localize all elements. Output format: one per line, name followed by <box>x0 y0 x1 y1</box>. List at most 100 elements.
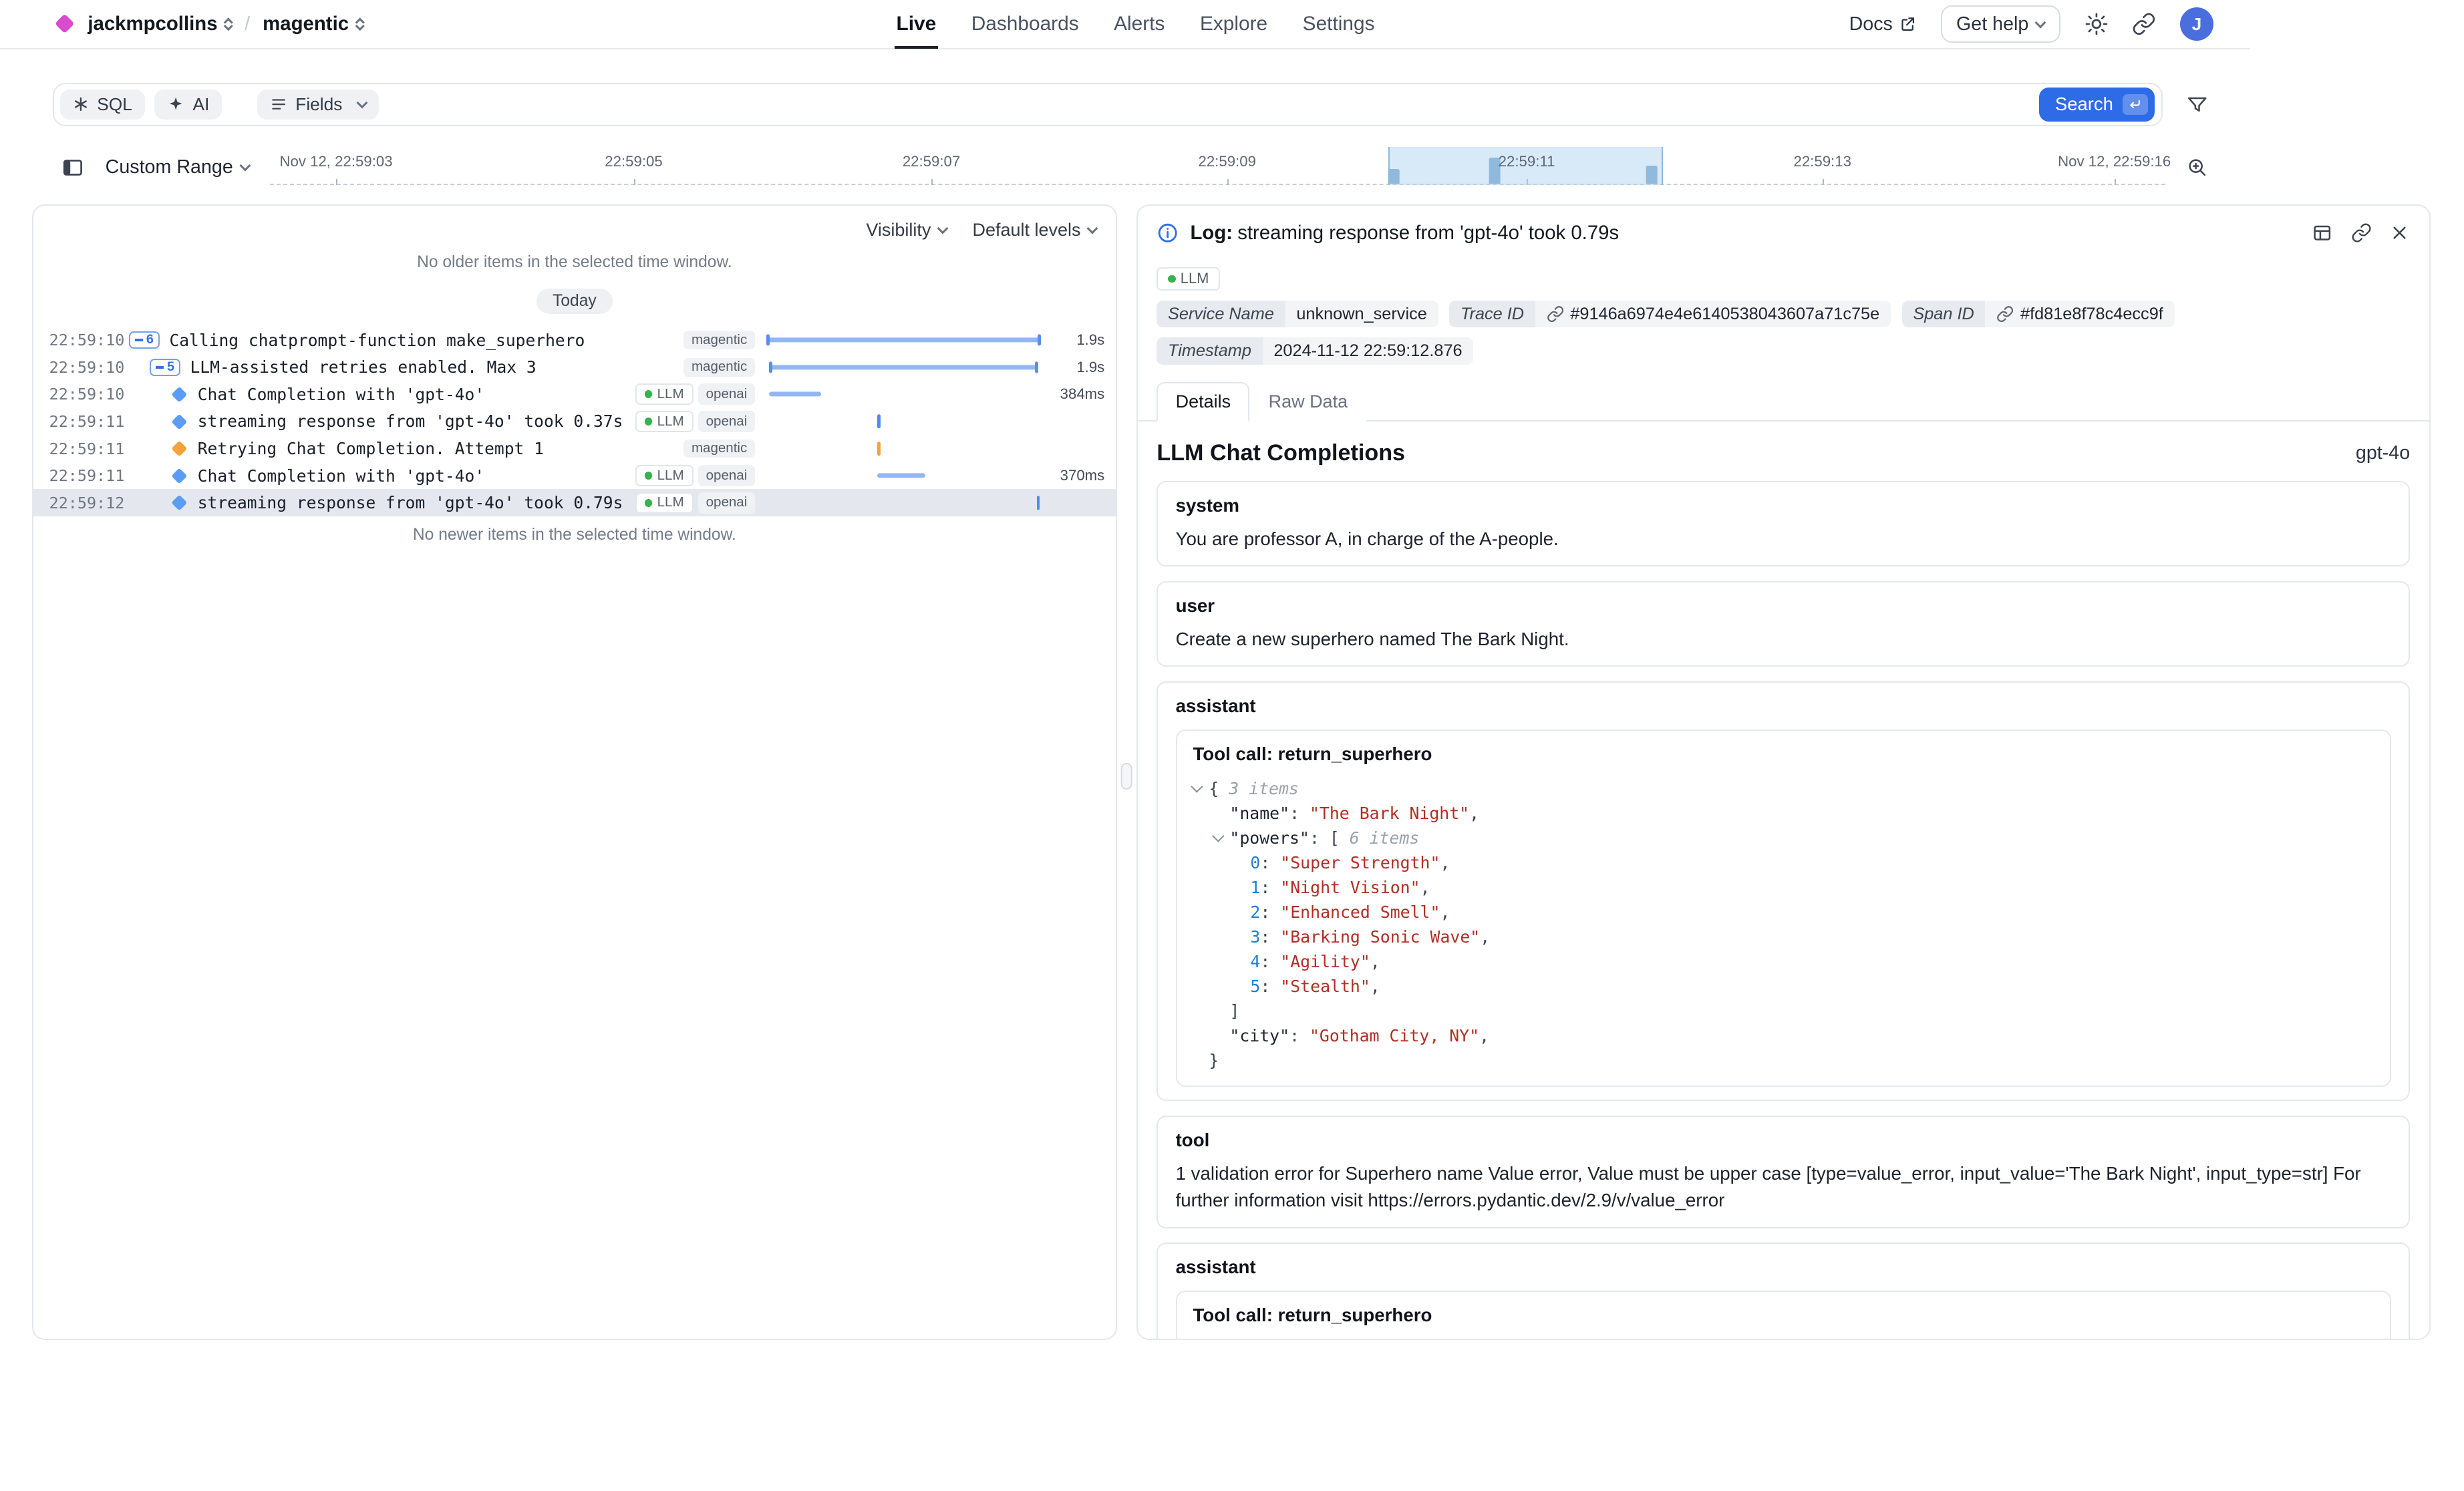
time-range-selector[interactable]: Custom Range <box>106 156 249 178</box>
nav-item-explore[interactable]: Explore <box>1199 0 1269 49</box>
collapse-panel-button[interactable] <box>61 156 85 180</box>
timeline-tick-mark <box>931 179 933 186</box>
search-bar: SQL AI Fields Search <box>53 83 2163 126</box>
badge-label: magentic <box>691 442 747 456</box>
user-avatar[interactable]: J <box>2180 7 2213 41</box>
timeline-track[interactable]: Nov 12, 22:59:0322:59:0522:59:0722:59:09… <box>270 147 2166 188</box>
trace-id-value[interactable]: #9146a6974e4e6140538043607a71c75e <box>1535 301 1891 328</box>
indent-spacer <box>129 393 170 395</box>
histogram-bar <box>1646 166 1658 183</box>
chevron-down-icon <box>937 223 949 234</box>
span-diamond-icon <box>171 441 187 457</box>
json-line: "name": "The Bark Night", <box>1193 801 2374 826</box>
levels-dropdown[interactable]: Default levels <box>972 220 1096 240</box>
log-message: streaming response from 'gpt-4o' took 0.… <box>198 493 623 512</box>
close-button[interactable] <box>2389 222 2410 244</box>
get-help-button[interactable]: Get help <box>1941 5 2060 43</box>
tag-row: LLM <box>1138 251 2429 291</box>
log-badges: magentic <box>683 331 755 349</box>
filter-button[interactable] <box>2186 94 2208 116</box>
sql-mode-button[interactable]: SQL <box>60 90 145 120</box>
tab-raw-data[interactable]: Raw Data <box>1249 382 1366 422</box>
search-input[interactable] <box>389 84 2030 124</box>
json-line: 3: "Barking Sonic Wave", <box>1193 925 2374 949</box>
span-bar-area <box>766 489 1041 516</box>
org-name: jackmpcollins <box>88 13 217 35</box>
log-row[interactable]: 22:59:11Retrying Chat Completion. Attemp… <box>33 435 1116 462</box>
json-line: "powers": [ 6 items <box>1193 826 2374 850</box>
visibility-dropdown[interactable]: Visibility <box>866 220 947 240</box>
badge-openai: openai <box>698 492 756 514</box>
nav-item-alerts[interactable]: Alerts <box>1112 0 1167 49</box>
log-row[interactable]: 22:59:106Calling chatprompt-function mak… <box>33 327 1116 354</box>
log-row[interactable]: 22:59:10Chat Completion with 'gpt-4o'LLM… <box>33 381 1116 408</box>
span-id-value[interactable]: #fd81e8f78c4ecc9f <box>1985 301 2174 328</box>
project-selector[interactable]: magentic <box>263 13 363 35</box>
service-name-field: Service Name unknown_service <box>1157 301 1438 328</box>
trace-id-label: Trace ID <box>1449 301 1535 328</box>
badge-label: openai <box>706 496 748 510</box>
project-name: magentic <box>263 13 349 35</box>
log-duration: 370ms <box>1041 467 1105 484</box>
span-id-field: Span ID #fd81e8f78c4ecc9f <box>1902 301 2175 328</box>
search-button[interactable]: Search <box>2039 88 2155 121</box>
log-row[interactable]: 22:59:11streaming response from 'gpt-4o'… <box>33 408 1116 436</box>
link-icon <box>2132 12 2156 36</box>
log-row[interactable]: 22:59:105LLM-assisted retries enabled. M… <box>33 353 1116 381</box>
log-badges: LLMopenai <box>635 383 756 405</box>
json-line: "city": "Gotham City, NY", <box>1193 1023 2374 1048</box>
collapse-toggle[interactable]: 6 <box>129 331 160 349</box>
badge-magentic: magentic <box>683 440 755 458</box>
copy-link-button[interactable] <box>2351 222 2372 244</box>
resize-handle-icon[interactable] <box>1121 763 1132 790</box>
brand-logo-icon <box>55 14 75 34</box>
collapse-caret-icon[interactable] <box>1214 836 1230 840</box>
duration-bar <box>769 365 1038 369</box>
funnel-icon <box>2186 94 2208 116</box>
llm-badge: LLM <box>1157 267 1220 291</box>
share-link-button[interactable] <box>2132 12 2156 36</box>
json-token: 3 items <box>1229 1337 1299 1339</box>
json-token: 3 <box>1250 925 1260 949</box>
zoom-button[interactable] <box>2186 156 2208 178</box>
message-card-assistant: assistantTool call: return_superhero{ 3 … <box>1157 681 2410 1101</box>
collapse-caret-icon[interactable] <box>1193 787 1209 791</box>
timeline-tick-label: 22:59:13 <box>1793 153 1851 170</box>
json-token: "city" <box>1229 1023 1289 1048</box>
nav-item-dashboards[interactable]: Dashboards <box>969 0 1080 49</box>
visibility-label: Visibility <box>866 220 931 240</box>
log-timestamp: 22:59:10 <box>49 358 129 377</box>
theme-toggle-button[interactable] <box>2085 12 2109 36</box>
fields-button[interactable]: Fields <box>257 90 379 120</box>
span-diamond-icon <box>171 468 187 484</box>
model-name: gpt-4o <box>2356 442 2410 464</box>
ai-mode-button[interactable]: AI <box>154 90 222 120</box>
tab-details[interactable]: Details <box>1157 382 1249 422</box>
view-table-button[interactable] <box>2311 222 2333 244</box>
log-row[interactable]: 22:59:12 streaming response from 'gpt-4o'… <box>33 489 1116 516</box>
badge-label: openai <box>706 387 748 401</box>
collapse-toggle[interactable]: 5 <box>150 359 180 376</box>
json-token: : <box>1260 875 1280 900</box>
log-message: Retrying Chat Completion. Attempt 1 <box>198 439 544 458</box>
log-rows: 22:59:106Calling chatprompt-function mak… <box>33 327 1116 516</box>
nav-item-settings[interactable]: Settings <box>1301 0 1376 49</box>
log-row[interactable]: 22:59:11Chat Completion with 'gpt-4o'LLM… <box>33 462 1116 490</box>
nav-right: Docs Get help J <box>1376 5 2213 43</box>
docs-link[interactable]: Docs <box>1849 13 1917 35</box>
json-token: , <box>1370 974 1380 999</box>
json-token: , <box>1420 875 1430 900</box>
detail-header: Log:streaming response from 'gpt-4o' too… <box>1138 206 2429 251</box>
org-selector[interactable]: jackmpcollins <box>88 13 232 35</box>
json-token: "The Bark Night" <box>1310 801 1469 826</box>
close-icon <box>2389 222 2410 243</box>
panel-divider[interactable] <box>1117 204 1136 1341</box>
json-token: , <box>1440 900 1450 925</box>
message-text: 1 validation error for Superhero name Va… <box>1176 1160 2391 1214</box>
log-duration: 1.9s <box>1041 331 1105 349</box>
section-title: LLM Chat Completions <box>1157 440 1405 466</box>
breadcrumb-separator: / <box>245 13 250 35</box>
nav-item-live[interactable]: Live <box>895 0 937 49</box>
messages: systemYou are professor A, in charge of … <box>1138 466 2429 1339</box>
log-timestamp: 22:59:12 <box>49 494 129 512</box>
